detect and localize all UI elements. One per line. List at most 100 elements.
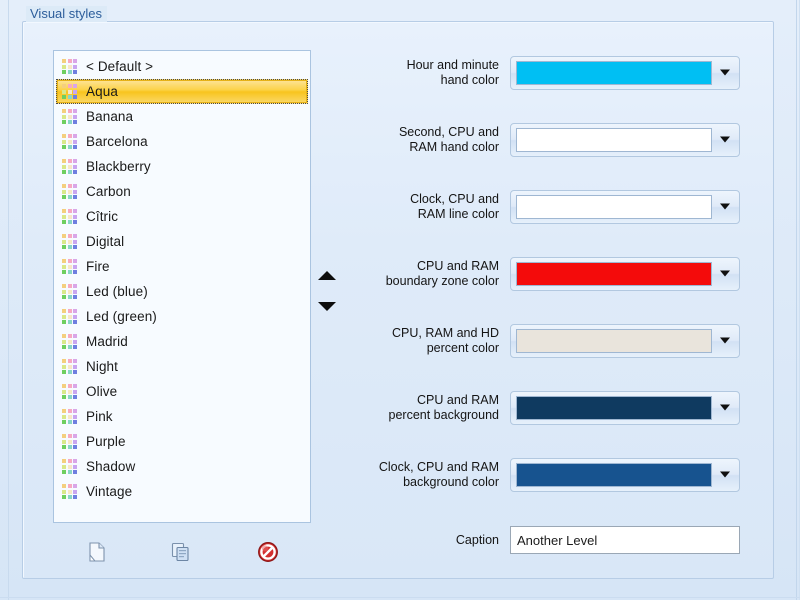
list-item[interactable]: Barcelona (56, 129, 308, 154)
cpu-ram-hd-percent-color-row: CPU, RAM and HD percent color (360, 318, 750, 364)
duplicate-style-button[interactable] (166, 538, 196, 566)
window-frame-bottom (0, 597, 800, 598)
list-item[interactable]: Cîtric (56, 204, 308, 229)
cpu-ram-hd-percent-color-label: CPU, RAM and HD percent color (392, 326, 499, 355)
triangle-down-icon (318, 301, 336, 311)
cpu-ram-boundary-zone-color-combo[interactable] (510, 257, 740, 291)
clock-cpu-ram-line-color-swatch (516, 195, 712, 219)
chevron-down-icon[interactable] (720, 137, 731, 144)
new-document-icon (89, 542, 105, 562)
delete-prohibited-icon (258, 542, 278, 562)
list-item-label: Led (blue) (86, 284, 148, 299)
hour-minute-hand-color-label: Hour and minute hand color (406, 58, 499, 87)
palette-icon (62, 184, 77, 199)
visual-styles-listbox[interactable]: < Default > Aqua Banana Barcelona Blackberry… (53, 50, 311, 523)
clock-cpu-ram-background-color-label: Clock, CPU and RAM background color (378, 460, 499, 489)
palette-icon (62, 459, 77, 474)
palette-icon (62, 159, 77, 174)
clock-cpu-ram-line-color-row: Clock, CPU and RAM line color (360, 184, 750, 230)
list-item[interactable]: Purple (56, 429, 308, 454)
list-item[interactable]: Fire (56, 254, 308, 279)
cpu-ram-hd-percent-color-swatch (516, 329, 712, 353)
list-item[interactable]: < Default > (56, 54, 308, 79)
cpu-ram-hd-percent-color-combo[interactable] (510, 324, 740, 358)
chevron-down-icon[interactable] (720, 70, 731, 77)
chevron-down-icon[interactable] (720, 204, 731, 211)
triangle-up-icon (318, 270, 336, 280)
palette-icon (62, 234, 77, 249)
cpu-ram-percent-background-swatch (516, 396, 712, 420)
list-item[interactable]: Night (56, 354, 308, 379)
list-item[interactable]: Led (green) (56, 304, 308, 329)
groupbox-caption: Visual styles (26, 6, 108, 22)
visual-styles-list: < Default > Aqua Banana Barcelona Blackberry… (54, 51, 310, 506)
list-item-label: Pink (86, 409, 113, 424)
move-up-button[interactable] (316, 266, 338, 284)
palette-icon (62, 134, 77, 149)
palette-icon (62, 309, 77, 324)
list-item-label: Led (green) (86, 309, 157, 324)
clock-cpu-ram-background-color-combo[interactable] (510, 458, 740, 492)
list-item[interactable]: Digital (56, 229, 308, 254)
list-item-label: Barcelona (86, 134, 148, 149)
chevron-down-icon[interactable] (720, 472, 731, 479)
hour-minute-hand-color-combo[interactable] (510, 56, 740, 90)
list-item[interactable]: Blackberry (56, 154, 308, 179)
window-frame-left (8, 0, 9, 600)
cpu-ram-percent-background-label: CPU and RAM percent background (388, 393, 500, 422)
cpu-ram-percent-background-row: CPU and RAM percent background (360, 385, 750, 431)
list-item[interactable]: Olive (56, 379, 308, 404)
second-cpu-ram-hand-color-combo[interactable] (510, 123, 740, 157)
caption-row: Caption (360, 517, 750, 563)
cpu-ram-boundary-zone-color-label: CPU and RAM boundary zone color (385, 259, 499, 288)
cpu-ram-boundary-zone-color-swatch (516, 262, 712, 286)
palette-icon (62, 84, 77, 99)
clock-cpu-ram-background-color-swatch (516, 463, 712, 487)
list-item[interactable]: Madrid (56, 329, 308, 354)
list-item-label: Fire (86, 259, 110, 274)
new-style-button[interactable] (82, 538, 112, 566)
list-item[interactable]: Pink (56, 404, 308, 429)
list-item-label: Vintage (86, 484, 133, 499)
clock-cpu-ram-line-color-label: Clock, CPU and RAM line color (410, 192, 499, 221)
hour-minute-hand-color-row: Hour and minute hand color (360, 50, 750, 96)
palette-icon (62, 59, 77, 74)
chevron-down-icon[interactable] (720, 271, 731, 278)
list-item[interactable]: Carbon (56, 179, 308, 204)
list-item-label: Olive (86, 384, 118, 399)
list-item[interactable]: Shadow (56, 454, 308, 479)
second-cpu-ram-hand-color-row: Second, CPU and RAM hand color (360, 117, 750, 163)
list-item[interactable]: Vintage (56, 479, 308, 504)
list-item[interactable]: Aqua (56, 79, 308, 104)
list-item-label: Banana (86, 109, 134, 124)
copy-duplicate-icon (171, 542, 189, 562)
caption-label: Caption (455, 533, 499, 547)
list-item[interactable]: Led (blue) (56, 279, 308, 304)
visual-styles-dialog: Visual styles < Default > Aqua Banana Barce… (0, 0, 800, 600)
palette-icon (62, 109, 77, 124)
list-item-label: Carbon (86, 184, 131, 199)
palette-icon (62, 409, 77, 424)
window-frame-right (796, 0, 797, 600)
palette-icon (62, 484, 77, 499)
list-item[interactable]: Banana (56, 104, 308, 129)
chevron-down-icon[interactable] (720, 338, 731, 345)
list-item-label: Purple (86, 434, 126, 449)
palette-icon (62, 359, 77, 374)
cpu-ram-boundary-zone-color-row: CPU and RAM boundary zone color (360, 251, 750, 297)
list-item-label: Cîtric (86, 209, 119, 224)
list-item-label: Night (86, 359, 119, 374)
move-down-button[interactable] (316, 297, 338, 315)
palette-icon (62, 384, 77, 399)
second-cpu-ram-hand-color-label: Second, CPU and RAM hand color (398, 125, 499, 154)
list-item-label: Blackberry (86, 159, 151, 174)
delete-style-button[interactable] (253, 538, 283, 566)
palette-icon (62, 284, 77, 299)
caption-input[interactable] (510, 526, 740, 554)
chevron-down-icon[interactable] (720, 405, 731, 412)
palette-icon (62, 209, 77, 224)
clock-cpu-ram-line-color-combo[interactable] (510, 190, 740, 224)
list-item-label: Aqua (86, 84, 118, 99)
cpu-ram-percent-background-combo[interactable] (510, 391, 740, 425)
list-item-label: Shadow (86, 459, 136, 474)
